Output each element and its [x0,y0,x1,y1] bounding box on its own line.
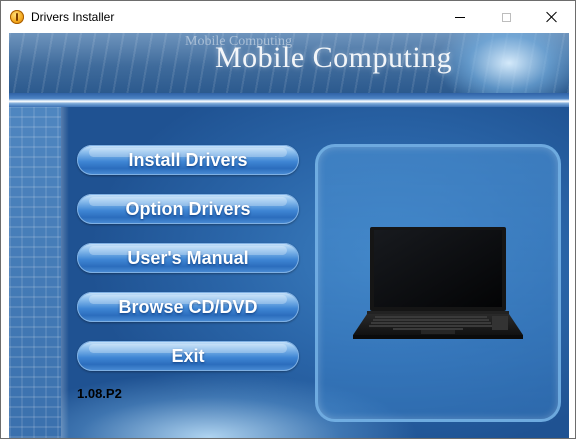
banner-divider [9,93,569,107]
maximize-button[interactable] [483,1,529,33]
minimize-button[interactable] [437,1,483,33]
users-manual-button[interactable]: User's Manual [77,243,299,273]
side-highlight [61,107,69,438]
exit-button[interactable]: Exit [77,341,299,371]
close-icon [546,11,558,23]
product-image-frame [315,144,561,422]
drivers-installer-window: Drivers Installer Mobile Computing Mobil… [0,0,576,439]
install-drivers-button[interactable]: Install Drivers [77,145,299,175]
banner-title: Mobile Computing [215,41,453,74]
window-title: Drivers Installer [31,10,115,24]
minimize-icon [455,16,465,18]
browse-cd-dvd-button[interactable]: Browse CD/DVD [77,292,299,322]
maximize-icon [501,12,511,22]
close-button[interactable] [529,1,575,33]
app-icon [10,10,24,24]
header-banner: Mobile Computing Mobile Computing [9,33,569,93]
version-label: 1.08.P2 [77,386,122,401]
option-drivers-button[interactable]: Option Drivers [77,194,299,224]
side-decoration [9,107,61,438]
main-panel: Install Drivers Option Drivers User's Ma… [9,107,569,438]
title-bar[interactable]: Drivers Installer [1,1,575,33]
laptop-image [353,227,523,339]
